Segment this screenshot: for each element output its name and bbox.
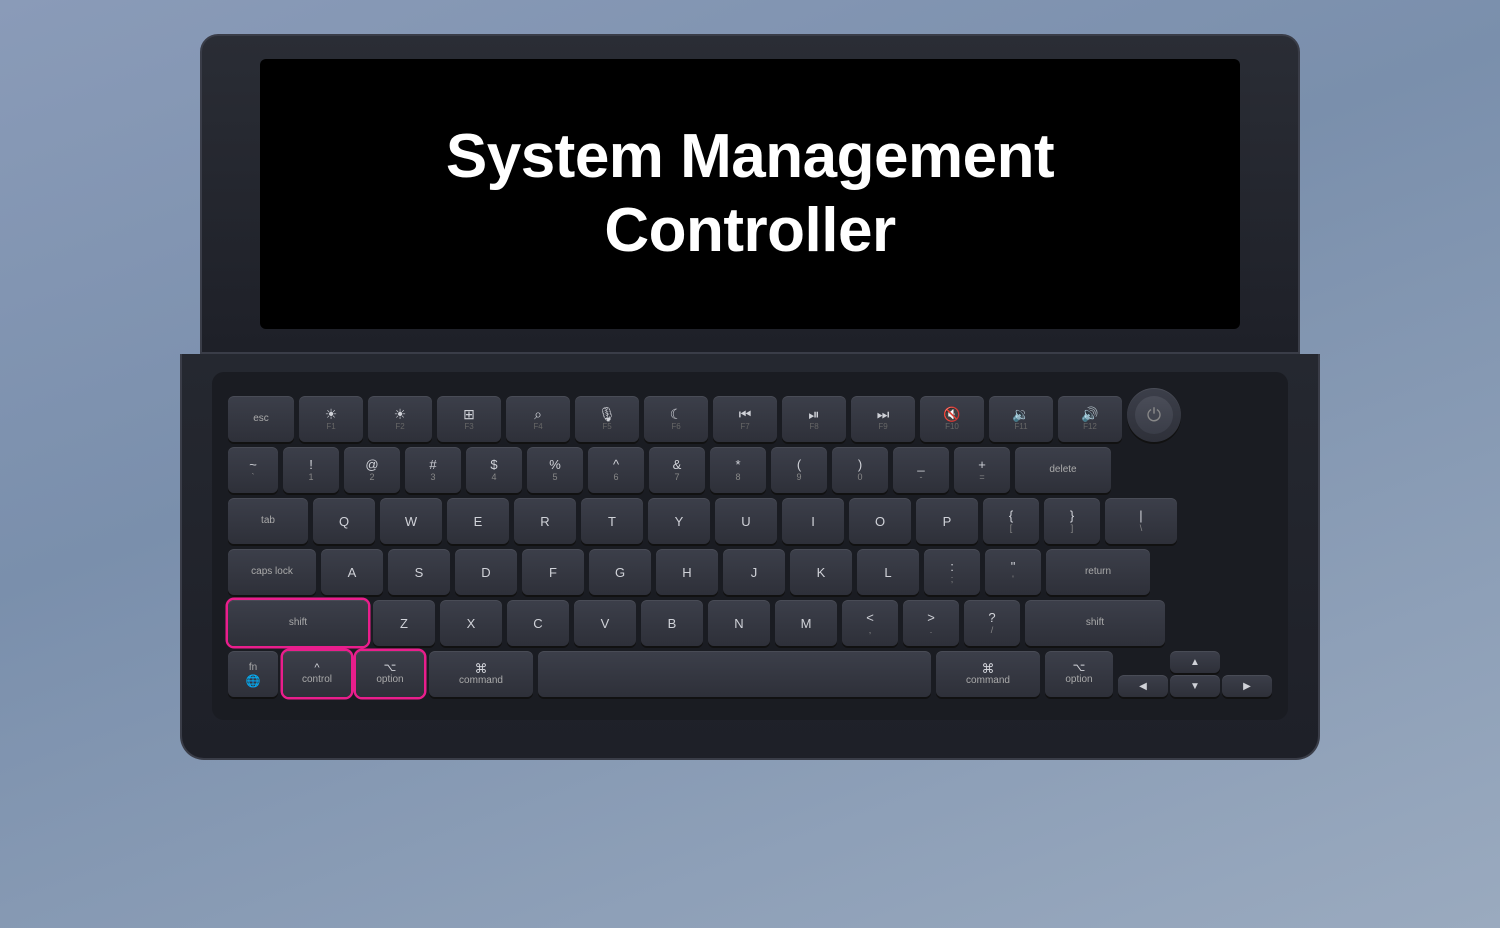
f10-key[interactable]: 🔇 F10 xyxy=(920,396,984,442)
7-key[interactable]: & 7 xyxy=(649,447,705,493)
laptop-screen: System Management Controller xyxy=(260,59,1240,329)
y-key[interactable]: Y xyxy=(648,498,710,544)
n-key[interactable]: N xyxy=(708,600,770,646)
trackpad-area xyxy=(212,720,1288,728)
2-key[interactable]: @ 2 xyxy=(344,447,400,493)
h-key[interactable]: H xyxy=(656,549,718,595)
l-key[interactable]: L xyxy=(857,549,919,595)
arrow-left-key[interactable]: ◀ xyxy=(1118,675,1168,697)
f6-key[interactable]: ☾ F6 xyxy=(644,396,708,442)
right-command-key[interactable]: ⌘ command xyxy=(936,651,1040,697)
a-key[interactable]: A xyxy=(321,549,383,595)
i-key[interactable]: I xyxy=(782,498,844,544)
bottom-key-row: fn 🌐 ^ control ⌥ option ⌘ command ⌘ xyxy=(228,651,1272,697)
delete-key[interactable]: delete xyxy=(1015,447,1111,493)
laptop-lid: System Management Controller xyxy=(200,34,1300,354)
fn-modifier-key[interactable]: fn 🌐 xyxy=(228,651,278,697)
period-key[interactable]: > . xyxy=(903,600,959,646)
shift-key-row: shift Z X C V B N M < , > . ? xyxy=(228,600,1272,646)
k-key[interactable]: K xyxy=(790,549,852,595)
slash-key[interactable]: ? / xyxy=(964,600,1020,646)
arrow-right-key[interactable]: ▶ xyxy=(1222,675,1272,697)
m-key[interactable]: M xyxy=(775,600,837,646)
w-key[interactable]: W xyxy=(380,498,442,544)
laptop-body: esc ☀ F1 ☀ F2 ⊞ F3 ⌕ F4 xyxy=(180,354,1320,760)
equals-key[interactable]: + = xyxy=(954,447,1010,493)
arrow-up-key[interactable]: ▲ xyxy=(1170,651,1220,673)
comma-key[interactable]: < , xyxy=(842,600,898,646)
x-key[interactable]: X xyxy=(440,600,502,646)
backslash-key[interactable]: | \ xyxy=(1105,498,1177,544)
f1-key[interactable]: ☀ F1 xyxy=(299,396,363,442)
p-key[interactable]: P xyxy=(916,498,978,544)
c-key[interactable]: C xyxy=(507,600,569,646)
keyboard: esc ☀ F1 ☀ F2 ⊞ F3 ⌕ F4 xyxy=(212,372,1288,720)
v-key[interactable]: V xyxy=(574,600,636,646)
bracket-open-key[interactable]: { [ xyxy=(983,498,1039,544)
power-button[interactable]: ⏻ xyxy=(1127,388,1181,442)
capslock-key[interactable]: caps lock xyxy=(228,549,316,595)
tab-key-row: tab Q W E R T Y U I O P { [ } ] xyxy=(228,498,1272,544)
screen-title: System Management Controller xyxy=(446,120,1054,269)
tab-key[interactable]: tab xyxy=(228,498,308,544)
b-key[interactable]: B xyxy=(641,600,703,646)
f3-key[interactable]: ⊞ F3 xyxy=(437,396,501,442)
d-key[interactable]: D xyxy=(455,549,517,595)
e-key[interactable]: E xyxy=(447,498,509,544)
right-option-key[interactable]: ⌥ option xyxy=(1045,651,1113,697)
1-key[interactable]: ! 1 xyxy=(283,447,339,493)
o-key[interactable]: O xyxy=(849,498,911,544)
bracket-close-key[interactable]: } ] xyxy=(1044,498,1100,544)
4-key[interactable]: $ 4 xyxy=(466,447,522,493)
9-key[interactable]: ( 9 xyxy=(771,447,827,493)
u-key[interactable]: U xyxy=(715,498,777,544)
q-key[interactable]: Q xyxy=(313,498,375,544)
number-key-row: ~ ` ! 1 @ 2 # 3 $ 4 xyxy=(228,447,1272,493)
f8-key[interactable]: ⏯ F8 xyxy=(782,396,846,442)
arrow-down-key[interactable]: ▼ xyxy=(1170,675,1220,697)
left-command-key[interactable]: ⌘ command xyxy=(429,651,533,697)
arrow-key-group: ▲ ◀ ▼ ▶ xyxy=(1118,651,1272,697)
left-option-key[interactable]: ⌥ option xyxy=(356,651,424,697)
z-key[interactable]: Z xyxy=(373,600,435,646)
caps-key-row: caps lock A S D F G H J K L : ; " ' xyxy=(228,549,1272,595)
f12-key[interactable]: 🔊 F12 xyxy=(1058,396,1122,442)
space-key[interactable] xyxy=(538,651,931,697)
minus-key[interactable]: _ - xyxy=(893,447,949,493)
f11-key[interactable]: 🔉 F11 xyxy=(989,396,1053,442)
title-line2: Controller xyxy=(604,196,895,265)
semicolon-key[interactable]: : ; xyxy=(924,549,980,595)
esc-key[interactable]: esc xyxy=(228,396,294,442)
scene: System Management Controller esc ☀ F1 ☀ … xyxy=(150,34,1350,894)
right-shift-key[interactable]: shift xyxy=(1025,600,1165,646)
backtick-key[interactable]: ~ ` xyxy=(228,447,278,493)
j-key[interactable]: J xyxy=(723,549,785,595)
quote-key[interactable]: " ' xyxy=(985,549,1041,595)
6-key[interactable]: ^ 6 xyxy=(588,447,644,493)
f9-key[interactable]: ⏭ F9 xyxy=(851,396,915,442)
t-key[interactable]: T xyxy=(581,498,643,544)
f-key[interactable]: F xyxy=(522,549,584,595)
0-key[interactable]: ) 0 xyxy=(832,447,888,493)
f7-key[interactable]: ⏮ F7 xyxy=(713,396,777,442)
r-key[interactable]: R xyxy=(514,498,576,544)
s-key[interactable]: S xyxy=(388,549,450,595)
3-key[interactable]: # 3 xyxy=(405,447,461,493)
f4-key[interactable]: ⌕ F4 xyxy=(506,396,570,442)
5-key[interactable]: % 5 xyxy=(527,447,583,493)
left-shift-key[interactable]: shift xyxy=(228,600,368,646)
control-key[interactable]: ^ control xyxy=(283,651,351,697)
8-key[interactable]: * 8 xyxy=(710,447,766,493)
g-key[interactable]: G xyxy=(589,549,651,595)
fn-key-row: esc ☀ F1 ☀ F2 ⊞ F3 ⌕ F4 xyxy=(228,388,1272,442)
title-line1: System Management xyxy=(446,122,1054,191)
f2-key[interactable]: ☀ F2 xyxy=(368,396,432,442)
return-key[interactable]: return xyxy=(1046,549,1150,595)
f5-key[interactable]: 🎙 F5 xyxy=(575,396,639,442)
